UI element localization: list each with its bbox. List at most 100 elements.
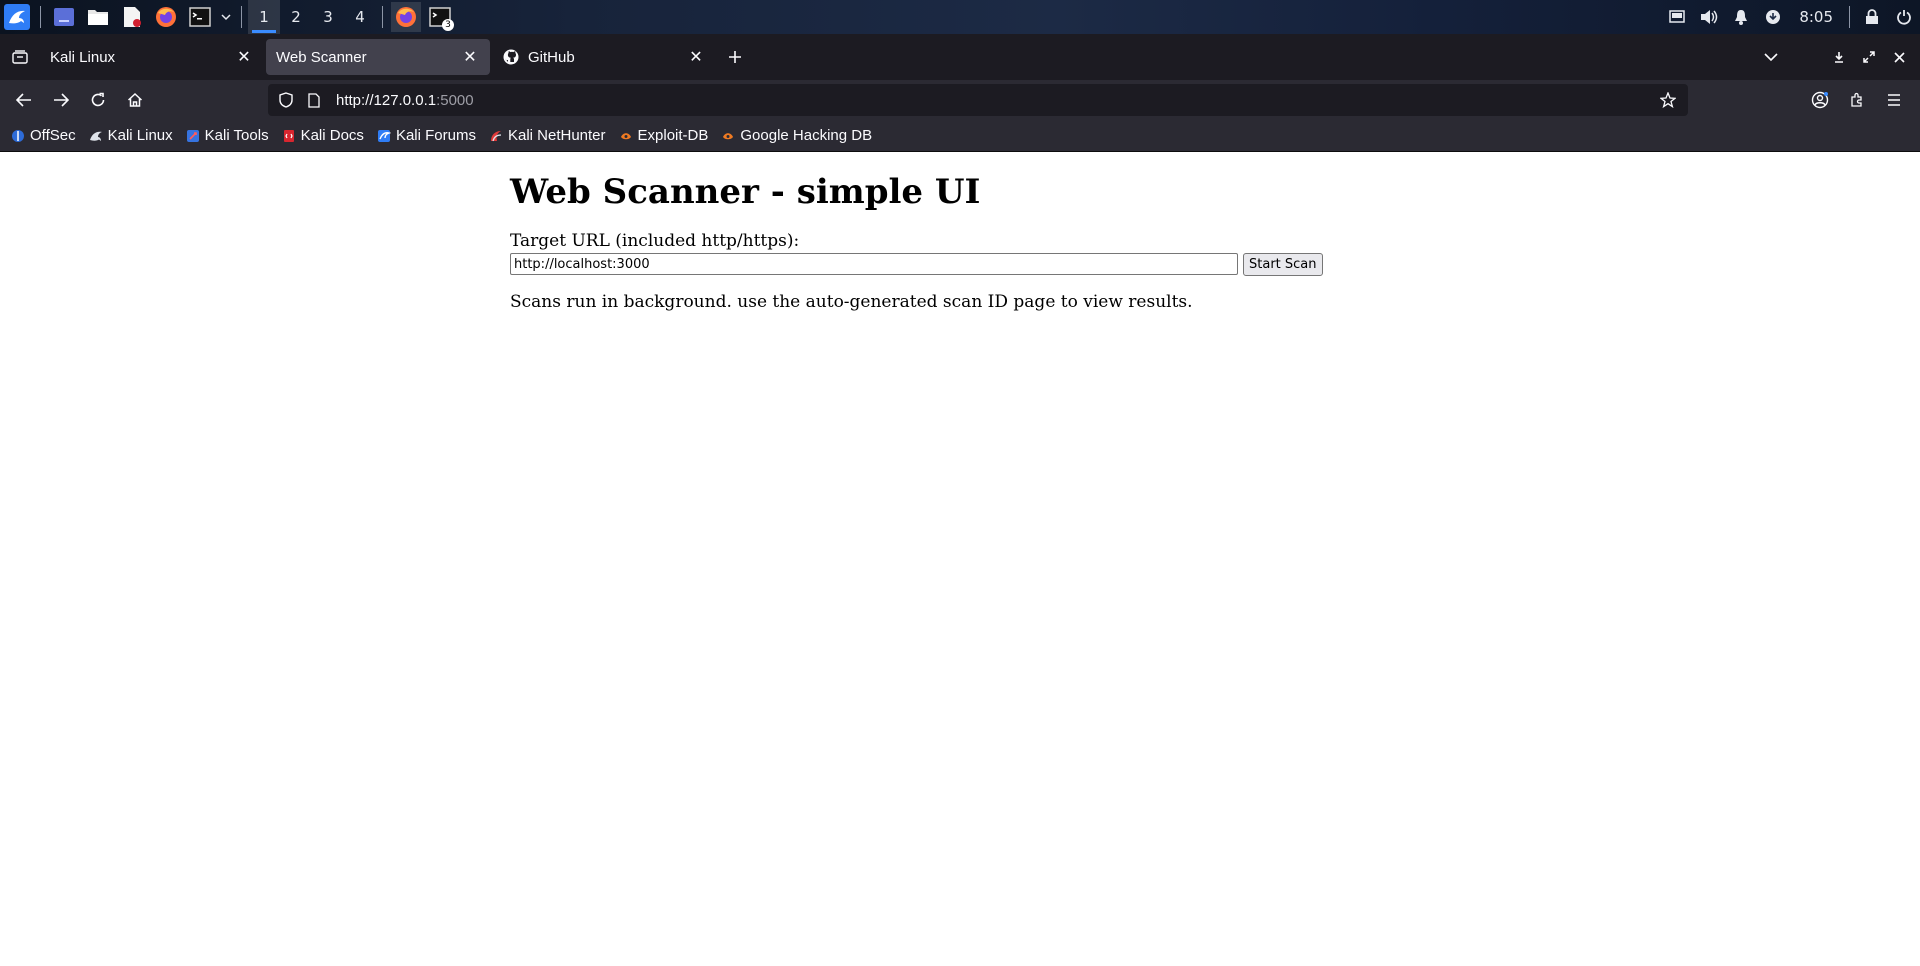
scanner-form-container: Web Scanner - simple UI Target URL (incl…: [510, 172, 1410, 312]
kali-menu-icon[interactable]: [0, 0, 34, 34]
workspace-label: 3: [323, 8, 333, 26]
scan-form-row: Start Scan: [510, 252, 1410, 276]
nethunter-icon: [488, 128, 504, 144]
kali-dragon-icon: [88, 128, 104, 144]
plus-icon: [729, 51, 741, 63]
clock[interactable]: 8:05: [1789, 8, 1843, 26]
taskbar-separator: [382, 6, 383, 28]
workspace-1[interactable]: 1: [248, 0, 280, 34]
taskbar-separator: [40, 6, 41, 28]
github-icon: [502, 48, 520, 66]
target-url-input[interactable]: [510, 253, 1238, 276]
workspace-2[interactable]: 2: [280, 0, 312, 34]
forward-arrow-icon: [54, 93, 69, 107]
bookmark-label: Kali Tools: [204, 127, 269, 144]
url-host: http://127.0.0.1: [336, 91, 437, 109]
kali-tools-icon: [185, 128, 201, 144]
tab-title: Kali Linux: [50, 48, 116, 66]
new-tab-button[interactable]: [718, 40, 752, 74]
workspace-label: 2: [291, 8, 301, 26]
page-viewport: Web Scanner - simple UI Target URL (incl…: [0, 152, 1920, 966]
page-title: Web Scanner - simple UI: [510, 172, 981, 212]
bookmark-label: OffSec: [30, 127, 76, 144]
terminal-window-button[interactable]: 3: [425, 2, 455, 32]
updates-icon[interactable]: [1757, 0, 1789, 34]
bookmark-label: Kali Forums: [395, 127, 476, 144]
bookmark-label: Kali NetHunter: [507, 127, 606, 144]
close-window-icon[interactable]: [1884, 42, 1914, 72]
bookmark-kali-nethunter[interactable]: Kali NetHunter: [488, 127, 606, 144]
bookmark-label: Exploit-DB: [637, 127, 709, 144]
reload-icon: [91, 92, 105, 107]
ghdb-icon: [720, 128, 736, 144]
firefox-icon[interactable]: [151, 2, 181, 32]
target-url-label: Target URL (included http/https):: [510, 230, 800, 251]
window-count-badge: 3: [442, 19, 454, 31]
offsec-icon: [10, 128, 26, 144]
reload-button[interactable]: [80, 84, 116, 116]
text-editor-icon[interactable]: [117, 2, 147, 32]
power-icon[interactable]: [1888, 0, 1920, 34]
close-tab-icon[interactable]: ✕: [234, 47, 254, 67]
browser-tab-strip: Kali Linux ✕ Web Scanner ✕ GitHub ✕: [0, 34, 1920, 80]
chevron-down-icon[interactable]: [219, 2, 233, 32]
minimize-download-icon[interactable]: [1824, 42, 1854, 72]
address-bar[interactable]: http://127.0.0.1:5000: [268, 84, 1688, 116]
system-taskbar: 1 2 3 4 3 8:05: [0, 0, 1920, 34]
workspace-label: 4: [355, 8, 365, 26]
terminal-icon[interactable]: [185, 2, 215, 32]
tab-title: Web Scanner: [276, 48, 367, 66]
tab-web-scanner[interactable]: Web Scanner ✕: [266, 39, 490, 75]
close-tab-icon[interactable]: ✕: [460, 47, 480, 67]
bookmark-kali-linux[interactable]: Kali Linux: [88, 127, 173, 144]
bookmark-label: Google Hacking DB: [740, 127, 873, 144]
firefox-window-button[interactable]: [391, 2, 421, 32]
tab-kali-linux[interactable]: Kali Linux ✕: [40, 39, 264, 75]
list-all-tabs-chevron-icon[interactable]: [1756, 42, 1786, 72]
show-desktop-icon[interactable]: [49, 2, 79, 32]
account-icon[interactable]: [1802, 84, 1838, 116]
bookmark-kali-tools[interactable]: Kali Tools: [185, 127, 269, 144]
tracking-protection-shield-icon[interactable]: [272, 84, 300, 116]
url-text: http://127.0.0.1:5000: [336, 92, 474, 109]
back-arrow-icon: [16, 93, 31, 107]
home-icon: [127, 92, 143, 107]
bookmark-google-hacking-db[interactable]: Google Hacking DB: [720, 127, 872, 144]
workspace-4[interactable]: 4: [344, 0, 376, 34]
workspace-3[interactable]: 3: [312, 0, 344, 34]
restore-window-icon[interactable]: [1854, 42, 1884, 72]
start-scan-button[interactable]: Start Scan: [1243, 252, 1323, 276]
kali-docs-icon: [281, 128, 297, 144]
volume-icon[interactable]: [1693, 0, 1725, 34]
lock-icon[interactable]: [1856, 0, 1888, 34]
tab-github[interactable]: GitHub ✕: [492, 39, 716, 75]
back-button[interactable]: [6, 84, 42, 116]
bookmark-star-icon[interactable]: [1656, 84, 1680, 116]
navigation-toolbar: http://127.0.0.1:5000: [0, 80, 1920, 120]
bookmark-label: Kali Docs: [300, 127, 364, 144]
scan-hint-text: Scans run in background. use the auto-ge…: [510, 291, 1193, 312]
bookmark-offsec[interactable]: OffSec: [10, 127, 76, 144]
firefox-icon: [396, 7, 416, 27]
notification-bell-icon[interactable]: [1725, 0, 1757, 34]
close-tab-icon[interactable]: ✕: [686, 47, 706, 67]
taskbar-separator: [1849, 6, 1850, 28]
url-port: :5000: [436, 91, 474, 109]
page-info-icon[interactable]: [300, 84, 328, 116]
forward-button[interactable]: [43, 84, 79, 116]
bookmark-kali-forums[interactable]: Kali Forums: [376, 127, 476, 144]
taskbar-separator: [241, 6, 242, 28]
tab-title: GitHub: [528, 48, 575, 66]
kali-forums-icon: [376, 128, 392, 144]
bookmark-exploit-db[interactable]: Exploit-DB: [618, 127, 709, 144]
home-button[interactable]: [117, 84, 153, 116]
bookmark-kali-docs[interactable]: Kali Docs: [281, 127, 364, 144]
workspace-label: 1: [259, 8, 269, 26]
file-manager-icon[interactable]: [83, 2, 113, 32]
bookmarks-toolbar: OffSec Kali Linux Kali Tools Kali Docs K…: [0, 120, 1920, 152]
screen-icon[interactable]: [1661, 0, 1693, 34]
exploit-db-icon: [618, 128, 634, 144]
app-menu-icon[interactable]: [1876, 84, 1912, 116]
firefox-view-icon[interactable]: [0, 34, 40, 80]
extensions-icon[interactable]: [1839, 84, 1875, 116]
